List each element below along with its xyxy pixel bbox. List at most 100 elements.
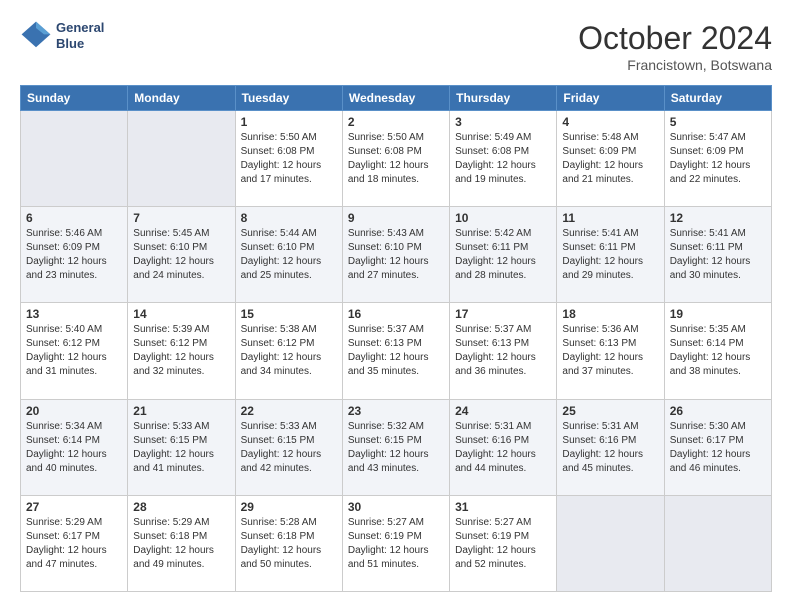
day-info: Sunrise: 5:46 AM Sunset: 6:09 PM Dayligh… <box>26 227 122 283</box>
calendar-cell: 29 Sunrise: 5:28 AM Sunset: 6:18 PM Dayli… <box>235 495 342 591</box>
calendar-week-row: 1 Sunrise: 5:50 AM Sunset: 6:08 PM Daylig… <box>21 111 772 207</box>
weekday-header: Tuesday <box>235 86 342 111</box>
day-info: Sunrise: 5:41 AM Sunset: 6:11 PM Dayligh… <box>670 227 766 283</box>
day-info: Sunrise: 5:30 AM Sunset: 6:17 PM Dayligh… <box>670 420 766 476</box>
calendar-cell: 15 Sunrise: 5:38 AM Sunset: 6:12 PM Dayli… <box>235 303 342 399</box>
day-info: Sunrise: 5:50 AM Sunset: 6:08 PM Dayligh… <box>348 131 444 187</box>
calendar-cell: 28 Sunrise: 5:29 AM Sunset: 6:18 PM Dayli… <box>128 495 235 591</box>
day-info: Sunrise: 5:28 AM Sunset: 6:18 PM Dayligh… <box>241 516 337 572</box>
day-number: 29 <box>241 500 337 514</box>
calendar-week-row: 20Sunrise: 5:34 AM Sunset: 6:14 PM Dayli… <box>21 399 772 495</box>
logo-icon <box>20 20 52 52</box>
calendar-cell: 8Sunrise: 5:44 AM Sunset: 6:10 PM Daylig… <box>235 207 342 303</box>
day-info: Sunrise: 5:31 AM Sunset: 6:16 PM Dayligh… <box>455 420 551 476</box>
day-info: Sunrise: 5:35 AM Sunset: 6:14 PM Dayligh… <box>670 323 766 379</box>
calendar-week-row: 6 Sunrise: 5:46 AM Sunset: 6:09 PM Daylig… <box>21 207 772 303</box>
day-info: Sunrise: 5:31 AM Sunset: 6:16 PM Dayligh… <box>562 420 658 476</box>
day-number: 18 <box>562 307 658 321</box>
calendar-cell: 20Sunrise: 5:34 AM Sunset: 6:14 PM Dayli… <box>21 399 128 495</box>
day-number: 30 <box>348 500 444 514</box>
day-number: 19 <box>670 307 766 321</box>
day-info: Sunrise: 5:32 AM Sunset: 6:15 PM Dayligh… <box>348 420 444 476</box>
day-number: 25 <box>562 404 658 418</box>
day-number: 28 <box>133 500 229 514</box>
calendar-cell: 21 Sunrise: 5:33 AM Sunset: 6:15 PM Dayli… <box>128 399 235 495</box>
calendar-cell: 4 Sunrise: 5:48 AM Sunset: 6:09 PM Daylig… <box>557 111 664 207</box>
day-number: 4 <box>562 115 658 129</box>
day-number: 2 <box>348 115 444 129</box>
day-info: Sunrise: 5:27 AM Sunset: 6:19 PM Dayligh… <box>348 516 444 572</box>
logo-text: General Blue <box>56 20 104 51</box>
day-info: Sunrise: 5:44 AM Sunset: 6:10 PM Dayligh… <box>241 227 337 283</box>
day-info: Sunrise: 5:37 AM Sunset: 6:13 PM Dayligh… <box>455 323 551 379</box>
day-info: Sunrise: 5:29 AM Sunset: 6:18 PM Dayligh… <box>133 516 229 572</box>
day-info: Sunrise: 5:43 AM Sunset: 6:10 PM Dayligh… <box>348 227 444 283</box>
day-number: 12 <box>670 211 766 225</box>
calendar-cell: 2 Sunrise: 5:50 AM Sunset: 6:08 PM Daylig… <box>342 111 449 207</box>
day-info: Sunrise: 5:47 AM Sunset: 6:09 PM Dayligh… <box>670 131 766 187</box>
logo: General Blue <box>20 20 104 52</box>
calendar-cell: 24 Sunrise: 5:31 AM Sunset: 6:16 PM Dayli… <box>450 399 557 495</box>
day-info: Sunrise: 5:49 AM Sunset: 6:08 PM Dayligh… <box>455 131 551 187</box>
location-title: Francistown, Botswana <box>578 57 772 73</box>
calendar-cell: 7Sunrise: 5:45 AM Sunset: 6:10 PM Daylig… <box>128 207 235 303</box>
calendar-cell: 6 Sunrise: 5:46 AM Sunset: 6:09 PM Daylig… <box>21 207 128 303</box>
calendar-cell: 27 Sunrise: 5:29 AM Sunset: 6:17 PM Dayli… <box>21 495 128 591</box>
calendar-header-row: SundayMondayTuesdayWednesdayThursdayFrid… <box>21 86 772 111</box>
day-number: 20 <box>26 404 122 418</box>
weekday-header: Monday <box>128 86 235 111</box>
calendar-cell: 3Sunrise: 5:49 AM Sunset: 6:08 PM Daylig… <box>450 111 557 207</box>
day-info: Sunrise: 5:33 AM Sunset: 6:15 PM Dayligh… <box>133 420 229 476</box>
page: General Blue October 2024 Francistown, B… <box>0 0 792 612</box>
calendar-cell: 17 Sunrise: 5:37 AM Sunset: 6:13 PM Dayli… <box>450 303 557 399</box>
calendar-cell: 26Sunrise: 5:30 AM Sunset: 6:17 PM Dayli… <box>664 399 771 495</box>
calendar-cell: 18 Sunrise: 5:36 AM Sunset: 6:13 PM Dayli… <box>557 303 664 399</box>
day-info: Sunrise: 5:39 AM Sunset: 6:12 PM Dayligh… <box>133 323 229 379</box>
calendar-cell: 22 Sunrise: 5:33 AM Sunset: 6:15 PM Dayli… <box>235 399 342 495</box>
day-number: 6 <box>26 211 122 225</box>
calendar-cell: 19 Sunrise: 5:35 AM Sunset: 6:14 PM Dayli… <box>664 303 771 399</box>
day-number: 11 <box>562 211 658 225</box>
calendar-cell: 9 Sunrise: 5:43 AM Sunset: 6:10 PM Daylig… <box>342 207 449 303</box>
day-number: 27 <box>26 500 122 514</box>
month-title: October 2024 <box>578 20 772 57</box>
day-number: 1 <box>241 115 337 129</box>
day-info: Sunrise: 5:36 AM Sunset: 6:13 PM Dayligh… <box>562 323 658 379</box>
logo-line1: General <box>56 20 104 36</box>
day-number: 7 <box>133 211 229 225</box>
weekday-header: Friday <box>557 86 664 111</box>
day-number: 14 <box>133 307 229 321</box>
calendar-cell: 1 Sunrise: 5:50 AM Sunset: 6:08 PM Daylig… <box>235 111 342 207</box>
day-info: Sunrise: 5:41 AM Sunset: 6:11 PM Dayligh… <box>562 227 658 283</box>
calendar-table: SundayMondayTuesdayWednesdayThursdayFrid… <box>20 85 772 592</box>
calendar-cell: 25 Sunrise: 5:31 AM Sunset: 6:16 PM Dayli… <box>557 399 664 495</box>
day-info: Sunrise: 5:50 AM Sunset: 6:08 PM Dayligh… <box>241 131 337 187</box>
header: General Blue October 2024 Francistown, B… <box>20 20 772 73</box>
day-number: 10 <box>455 211 551 225</box>
day-info: Sunrise: 5:48 AM Sunset: 6:09 PM Dayligh… <box>562 131 658 187</box>
day-info: Sunrise: 5:33 AM Sunset: 6:15 PM Dayligh… <box>241 420 337 476</box>
day-number: 17 <box>455 307 551 321</box>
day-info: Sunrise: 5:38 AM Sunset: 6:12 PM Dayligh… <box>241 323 337 379</box>
calendar-cell: 23 Sunrise: 5:32 AM Sunset: 6:15 PM Dayli… <box>342 399 449 495</box>
calendar-cell <box>128 111 235 207</box>
day-info: Sunrise: 5:37 AM Sunset: 6:13 PM Dayligh… <box>348 323 444 379</box>
day-number: 9 <box>348 211 444 225</box>
calendar-cell <box>21 111 128 207</box>
day-number: 15 <box>241 307 337 321</box>
day-number: 21 <box>133 404 229 418</box>
day-number: 24 <box>455 404 551 418</box>
day-number: 23 <box>348 404 444 418</box>
day-number: 22 <box>241 404 337 418</box>
title-block: October 2024 Francistown, Botswana <box>578 20 772 73</box>
day-info: Sunrise: 5:40 AM Sunset: 6:12 PM Dayligh… <box>26 323 122 379</box>
calendar-cell: 5 Sunrise: 5:47 AM Sunset: 6:09 PM Daylig… <box>664 111 771 207</box>
calendar-cell: 11 Sunrise: 5:41 AM Sunset: 6:11 PM Dayli… <box>557 207 664 303</box>
day-info: Sunrise: 5:42 AM Sunset: 6:11 PM Dayligh… <box>455 227 551 283</box>
day-info: Sunrise: 5:27 AM Sunset: 6:19 PM Dayligh… <box>455 516 551 572</box>
day-number: 13 <box>26 307 122 321</box>
day-info: Sunrise: 5:29 AM Sunset: 6:17 PM Dayligh… <box>26 516 122 572</box>
day-number: 16 <box>348 307 444 321</box>
day-number: 5 <box>670 115 766 129</box>
weekday-header: Sunday <box>21 86 128 111</box>
